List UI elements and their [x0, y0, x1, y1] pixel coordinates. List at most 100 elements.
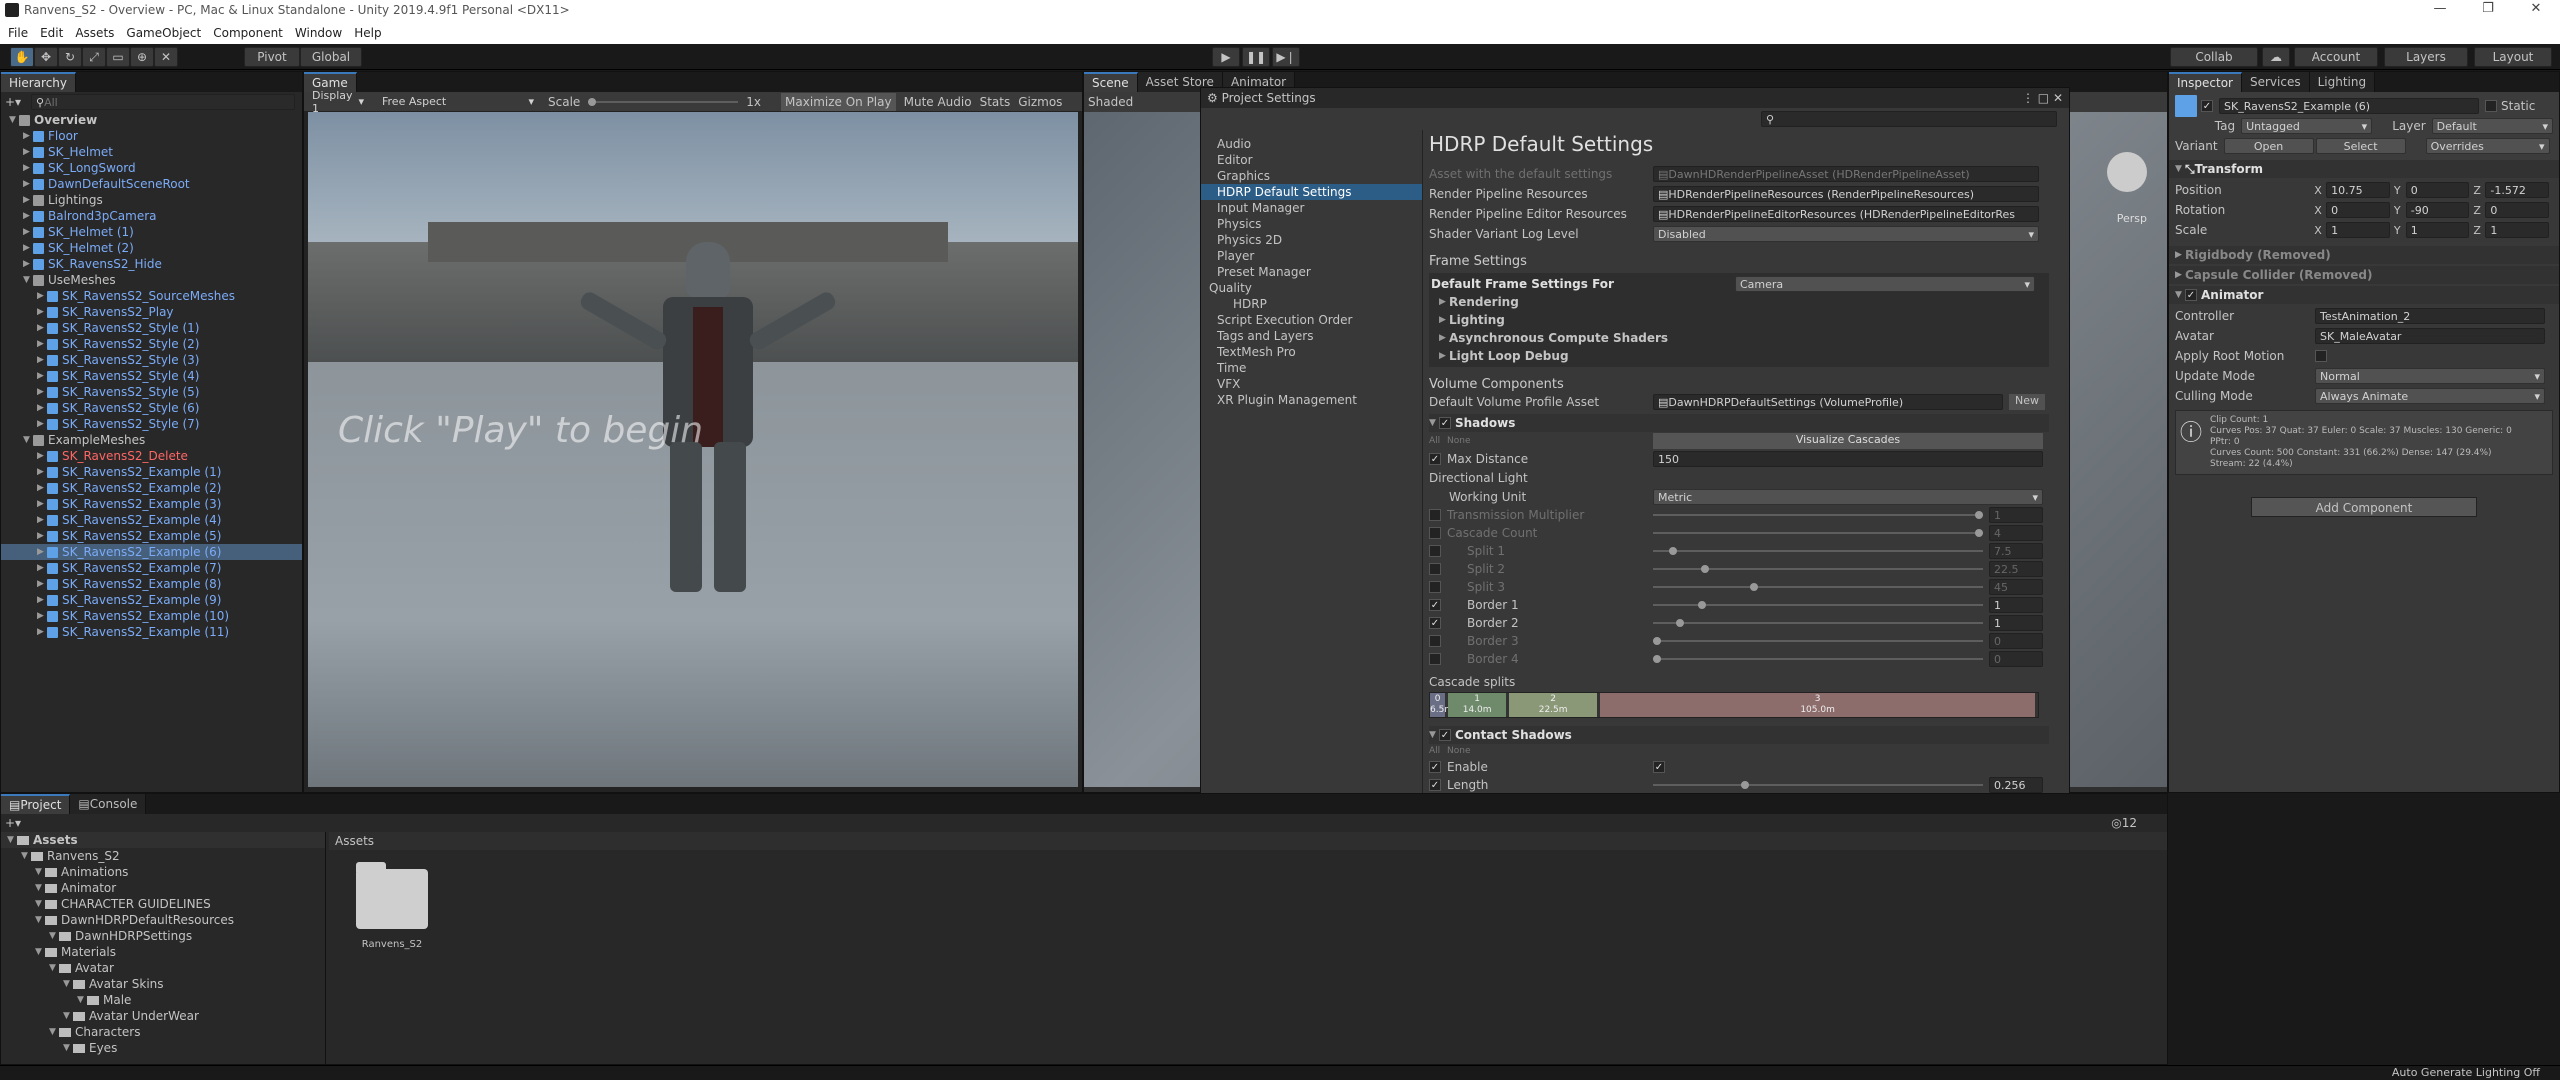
settings-category-item[interactable]: Tags and Layers: [1201, 328, 1422, 344]
tag-dropdown[interactable]: Untagged ▾: [2241, 118, 2373, 134]
hierarchy-item[interactable]: ▶ Balrond3pCamera: [1, 208, 302, 224]
settings-category-item[interactable]: XR Plugin Management: [1201, 392, 1422, 408]
settings-category-item[interactable]: TextMesh Pro: [1201, 344, 1422, 360]
setting-value[interactable]: 7.5: [1989, 543, 2043, 559]
hierarchy-item[interactable]: ▼ Overview: [1, 112, 302, 128]
hierarchy-item[interactable]: ▶ SK_RavensS2_Style (1): [1, 320, 302, 336]
add-component-button[interactable]: Add Component: [2251, 497, 2477, 517]
hierarchy-item[interactable]: ▶ SK_RavensS2_Style (6): [1, 400, 302, 416]
static-checkbox[interactable]: [2485, 100, 2497, 112]
volume-profile-field[interactable]: ▤ DawnHDRPDefaultSettings (VolumeProfile…: [1653, 394, 2003, 410]
add-asset-icon[interactable]: +▾: [5, 816, 21, 830]
tab-console[interactable]: ▤ Console: [70, 794, 147, 814]
hierarchy-item[interactable]: ▶ SK_RavensS2_Example (7): [1, 560, 302, 576]
transform-rot-z[interactable]: 0: [2485, 202, 2550, 218]
slider-knob[interactable]: [1701, 565, 1710, 573]
expand-arrow-icon[interactable]: ▶: [37, 595, 47, 605]
project-tree-item[interactable]: ▼ DawnHDRPDefaultResources: [1, 912, 325, 928]
expand-arrow-icon[interactable]: ▶: [23, 259, 33, 269]
expand-arrow-icon[interactable]: ▶: [23, 147, 33, 157]
slider-knob[interactable]: [1653, 655, 1661, 663]
hierarchy-item[interactable]: ▶ SK_Helmet (2): [1, 240, 302, 256]
play-button[interactable]: ▶: [1212, 47, 1240, 67]
setting-value[interactable]: 0: [1989, 651, 2043, 667]
rp-editor-field[interactable]: ▤ HDRenderPipelineEditorResources (HDRen…: [1653, 206, 2039, 222]
override-checkbox[interactable]: [1429, 545, 1441, 557]
avatar-field[interactable]: SK_MaleAvatar: [2315, 328, 2545, 344]
hierarchy-item[interactable]: ▶ SK_RavensS2_Example (1): [1, 464, 302, 480]
settings-category-item[interactable]: Time: [1201, 360, 1422, 376]
settings-category-item[interactable]: HDRP Default Settings: [1201, 184, 1422, 200]
aspect-dropdown[interactable]: Free Aspect ▾: [378, 93, 538, 110]
hierarchy-item[interactable]: ▶ Floor: [1, 128, 302, 144]
settings-category-item[interactable]: HDRP: [1201, 296, 1422, 312]
expand-arrow-icon[interactable]: ▶: [37, 307, 47, 317]
max-distance-override[interactable]: ✓: [1429, 453, 1441, 465]
fs-rendering[interactable]: ▶ Rendering: [1431, 293, 2047, 311]
settings-category-item[interactable]: Player: [1201, 248, 1422, 264]
expand-arrow-icon[interactable]: ▼: [35, 899, 45, 909]
setting-value[interactable]: 4: [1989, 525, 2043, 541]
fs-lighting[interactable]: ▶ Lighting: [1431, 311, 2047, 329]
tab-inspector[interactable]: Inspector: [2169, 72, 2242, 92]
scale-tool-icon[interactable]: ⤢: [82, 47, 106, 67]
expand-arrow-icon[interactable]: ▶: [37, 371, 47, 381]
menu-edit[interactable]: Edit: [40, 26, 63, 40]
maximize-on-play-toggle[interactable]: Maximize On Play: [781, 92, 896, 111]
expand-arrow-icon[interactable]: ▶: [37, 403, 47, 413]
all-toggle[interactable]: All: [1429, 436, 1447, 446]
project-tree-item[interactable]: ▼ Avatar Skins: [1, 976, 325, 992]
expand-arrow-icon[interactable]: ▶: [23, 179, 33, 189]
hierarchy-item[interactable]: ▶ SK_RavensS2_Example (8): [1, 576, 302, 592]
overrides-dropdown[interactable]: Overrides ▾: [2425, 138, 2550, 154]
hierarchy-item[interactable]: ▼ UseMeshes: [1, 272, 302, 288]
fs-async[interactable]: ▶ Asynchronous Compute Shaders: [1431, 329, 2047, 347]
layers-dropdown[interactable]: Layers: [2384, 47, 2468, 67]
hierarchy-item[interactable]: ▶ SK_RavensS2_Style (4): [1, 368, 302, 384]
expand-arrow-icon[interactable]: ▶: [37, 451, 47, 461]
expand-arrow-icon[interactable]: ▶: [37, 355, 47, 365]
project-tree-item[interactable]: ▼ Materials: [1, 944, 325, 960]
project-tree-item[interactable]: ▼ Avatar: [1, 960, 325, 976]
expand-arrow-icon[interactable]: ▶: [37, 291, 47, 301]
expand-arrow-icon[interactable]: ▶: [37, 499, 47, 509]
contact-shadows-checkbox[interactable]: ✓: [1439, 729, 1451, 741]
override-checkbox[interactable]: [1429, 653, 1441, 665]
override-checkbox[interactable]: [1429, 581, 1441, 593]
open-prefab-button[interactable]: Open: [2223, 138, 2314, 154]
expand-arrow-icon[interactable]: ▶: [37, 531, 47, 541]
hierarchy-item[interactable]: ▶ SK_LongSword: [1, 160, 302, 176]
collab-dropdown[interactable]: Collab: [2170, 47, 2258, 67]
menu-component[interactable]: Component: [213, 26, 283, 40]
close-button[interactable]: ✕: [2516, 1, 2556, 21]
expand-arrow-icon[interactable]: ▶: [37, 339, 47, 349]
tab-project[interactable]: ▤ Project: [1, 794, 71, 814]
expand-arrow-icon[interactable]: ▶: [37, 483, 47, 493]
project-tree-item[interactable]: ▼ Assets: [1, 832, 325, 848]
settings-category-item[interactable]: Physics: [1201, 216, 1422, 232]
project-tree-item[interactable]: ▼ Eyes: [1, 1040, 325, 1056]
object-name-input[interactable]: SK_RavensS2_Example (6): [2219, 98, 2479, 114]
rp-resources-field[interactable]: ▤ HDRenderPipelineResources (RenderPipel…: [1653, 186, 2039, 202]
expand-arrow-icon[interactable]: ▶: [37, 323, 47, 333]
none-toggle[interactable]: None: [1447, 436, 1653, 446]
tab-scene[interactable]: Scene: [1084, 72, 1138, 92]
setting-slider[interactable]: [1653, 619, 1983, 627]
override-checkbox[interactable]: ✓: [1429, 599, 1441, 611]
display-dropdown[interactable]: Display 1 ▾: [308, 89, 368, 115]
active-checkbox[interactable]: ✓: [2201, 100, 2213, 112]
expand-arrow-icon[interactable]: ▼: [35, 947, 45, 957]
transform-pos-x[interactable]: 10.75: [2326, 182, 2390, 198]
transform-scale-y[interactable]: 1: [2405, 222, 2470, 238]
menu-dots-icon[interactable]: ⋮: [2022, 91, 2038, 105]
override-checkbox[interactable]: ✓: [1429, 617, 1441, 629]
project-tree-item[interactable]: ▼ Animator: [1, 880, 325, 896]
project-breadcrumb[interactable]: Assets: [329, 832, 2167, 850]
hierarchy-item[interactable]: ▶ SK_RavensS2_Example (4): [1, 512, 302, 528]
cascade-splits-bar[interactable]: 0 6.5m 1 14.0m 2 22.5m 3 105.0m: [1429, 692, 2039, 718]
expand-arrow-icon[interactable]: ▶: [37, 467, 47, 477]
transform-rot-y[interactable]: -90: [2405, 202, 2470, 218]
step-button[interactable]: ▶❘: [1272, 47, 1300, 67]
folder-label[interactable]: Ranvens_S2: [341, 939, 443, 950]
folder-icon[interactable]: [356, 869, 428, 929]
